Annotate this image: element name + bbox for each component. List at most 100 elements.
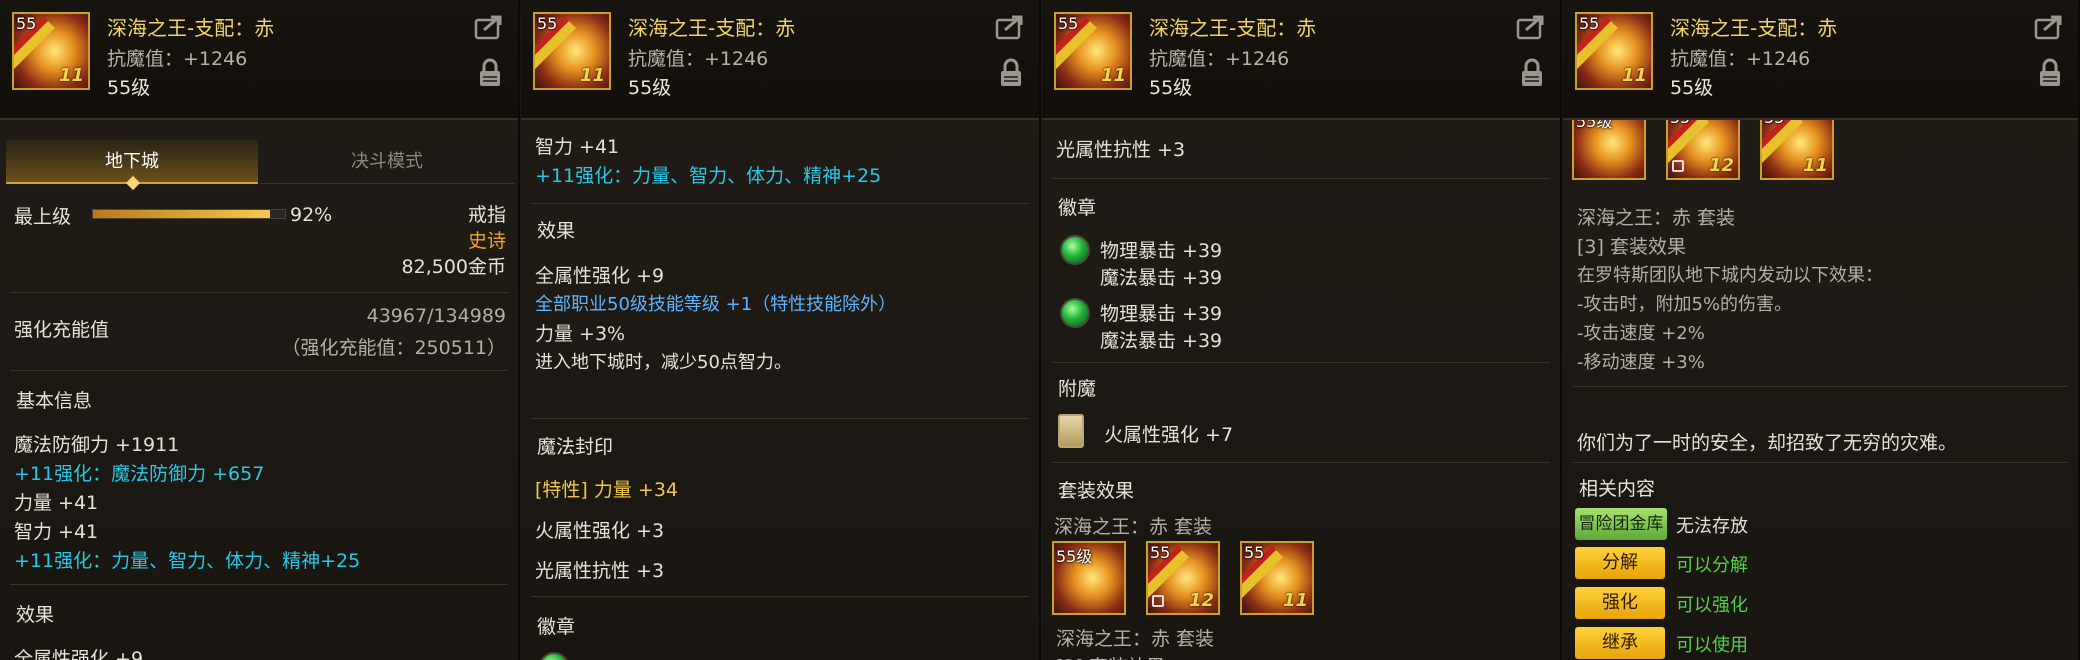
tooltip-panel-1: 55 11 深海之王-支配：赤 抗魔值：+1246 55级 地下城 决斗模式 最… — [0, 0, 520, 660]
emblem-orb-icon — [1060, 298, 1090, 328]
item-icon: 55 11 — [533, 12, 611, 90]
grade-label: 最上级 — [14, 206, 72, 228]
set-effect-line: 在罗特斯团队地下城内发动以下效果： — [1577, 265, 1883, 286]
basic-info-title: 基本信息 — [16, 390, 93, 412]
effect-line: 全属性强化 +9 — [535, 265, 665, 287]
enchant-stat: 火属性强化 +7 — [1104, 424, 1234, 446]
tooltip-panel-2: 55 11 深海之王-支配：赤 抗魔值：+1246 55级 智力 +41 +11… — [521, 0, 1041, 660]
sell-price: 82,500金币 — [401, 256, 506, 278]
item-name: 深海之王-支配：赤 — [1149, 16, 1317, 40]
mode-tabs: 地下城 决斗模式 — [6, 140, 514, 191]
set-effect-line: -攻击时，附加5%的伤害。 — [1577, 294, 1793, 315]
item-icon-level: 55 — [537, 14, 558, 33]
share-icon[interactable] — [1516, 14, 1546, 40]
lock-icon[interactable] — [1520, 58, 1544, 88]
stat-line: 全属性强化 +9 — [14, 648, 144, 660]
item-name: 深海之王-支配：赤 — [107, 16, 275, 40]
stat-line: +11强化：魔法防御力 +657 — [14, 463, 265, 485]
disassemble-button[interactable]: 分解 — [1575, 547, 1665, 579]
enchant-card-icon — [1058, 414, 1084, 448]
enhance-number: 11 — [58, 65, 84, 86]
lock-icon[interactable] — [999, 58, 1023, 88]
set-effect-subtitle: [3] 套装效果 — [1577, 236, 1686, 258]
emblem-title: 徽章 — [1058, 197, 1097, 219]
charge-note: （强化充能值：250511） — [281, 337, 506, 359]
tab-pvp[interactable]: 决斗模式 — [260, 140, 514, 184]
item-level: 55级 — [1670, 77, 1714, 99]
charge-value: 43967/134989 — [366, 305, 506, 327]
set-effect-line: -移动速度 +3% — [1577, 352, 1705, 373]
share-icon[interactable] — [474, 14, 504, 40]
related-title: 相关内容 — [1579, 478, 1656, 500]
set-name: 深海之王：赤 套装 — [1054, 516, 1213, 538]
enhance-button[interactable]: 强化 — [1575, 587, 1665, 619]
flavor-text: 你们为了一时的安全，却招致了无穷的灾难。 — [1577, 432, 1958, 454]
item-level: 55级 — [628, 77, 672, 99]
disassemble-status: 可以分解 — [1676, 555, 1748, 576]
tooltip-panel-4: 55级 55 12 55 11 55 11 深海之王-支配：赤 抗魔值：+124… — [1563, 0, 2080, 660]
share-icon[interactable] — [2034, 14, 2064, 40]
enchant-title: 附魔 — [1058, 378, 1097, 400]
enhance-status: 可以强化 — [1676, 595, 1748, 616]
lock-icon — [1672, 160, 1684, 172]
item-level: 55级 — [1149, 77, 1193, 99]
seal-line: 火属性强化 +3 — [535, 520, 665, 542]
set-effect-subtitle: [3] 套装效果 — [1056, 652, 1165, 660]
stat-line: 魔法防御力 +1911 — [14, 434, 180, 456]
enhance-number: 11 — [579, 65, 605, 86]
item-icon-level: 55 — [1058, 14, 1079, 33]
set-item-icon[interactable]: 55 12 — [1146, 541, 1220, 615]
emblem-orb-icon — [1060, 235, 1090, 265]
emblem-stat: 魔法暴击 +39 — [1100, 267, 1223, 289]
enhance-number: 11 — [1621, 65, 1647, 86]
charge-label: 强化充能值 — [14, 319, 110, 341]
item-icon-level: 55 — [16, 14, 37, 33]
tooltip-panel-3: 55 11 深海之王-支配：赤 抗魔值：+1246 55级 光属性抗性 +3 徽… — [1042, 0, 1562, 660]
item-header: 55 11 深海之王-支配：赤 抗魔值：+1246 55级 — [521, 0, 1039, 120]
item-slot: 戒指 — [467, 204, 506, 226]
item-icon: 55 11 — [12, 12, 90, 90]
stat-line: +11强化：力量、智力、体力、精神+25 — [535, 165, 882, 187]
rarity: 史诗 — [467, 230, 506, 252]
effect-title: 效果 — [16, 604, 55, 626]
magic-resist: 抗魔值：+1246 — [1149, 48, 1290, 70]
set-effect-title: 套装效果 — [1058, 480, 1135, 502]
vault-status: 无法存放 — [1676, 516, 1748, 537]
item-name: 深海之王-支配：赤 — [1670, 16, 1838, 40]
set-item-icon[interactable]: 55级 — [1052, 541, 1126, 615]
inherit-button[interactable]: 继承 — [1575, 627, 1665, 659]
effect-line: 力量 +3% — [535, 323, 626, 345]
magic-resist: 抗魔值：+1246 — [1670, 48, 1811, 70]
lock-icon — [1152, 595, 1164, 607]
set-name: 深海之王：赤 套装 — [1577, 207, 1736, 229]
stat-line: 智力 +41 — [535, 136, 620, 158]
grade-bar-fill — [93, 210, 270, 218]
seal-line: 光属性抗性 +3 — [535, 560, 665, 582]
effect-title: 效果 — [537, 220, 576, 242]
enhance-number: 11 — [1100, 65, 1126, 86]
item-header: 55 11 深海之王-支配：赤 抗魔值：+1246 55级 — [0, 0, 518, 120]
item-icon: 55 11 — [1054, 12, 1132, 90]
inherit-status: 可以使用 — [1676, 635, 1748, 656]
emblem-orb-icon — [539, 652, 569, 660]
item-icon-level: 55 — [1579, 14, 1600, 33]
grade-percent: 92% — [290, 204, 333, 226]
seal-line: [特性] 力量 +34 — [535, 479, 679, 501]
effect-line: 全部职业50级技能等级 +1（特性技能除外） — [535, 294, 897, 315]
set-item-icon[interactable]: 55 11 — [1240, 541, 1314, 615]
stat-line: +11强化：力量、智力、体力、精神+25 — [14, 550, 361, 572]
share-icon[interactable] — [995, 14, 1025, 40]
set-effect-line: -攻击速度 +2% — [1577, 323, 1705, 344]
item-icon: 55 11 — [1575, 12, 1653, 90]
lock-icon[interactable] — [478, 58, 502, 88]
stat-line: 力量 +41 — [14, 492, 99, 514]
set-name: 深海之王：赤 套装 — [1056, 628, 1215, 650]
stat-line: 智力 +41 — [14, 521, 99, 543]
magic-resist: 抗魔值：+1246 — [628, 48, 769, 70]
magic-resist: 抗魔值：+1246 — [107, 48, 248, 70]
adventure-vault-badge: 冒险团金库 — [1575, 508, 1667, 540]
emblem-title: 徽章 — [537, 616, 576, 638]
emblem-stat: 物理暴击 +39 — [1100, 303, 1223, 325]
lock-icon[interactable] — [2038, 58, 2062, 88]
item-level: 55级 — [107, 77, 151, 99]
